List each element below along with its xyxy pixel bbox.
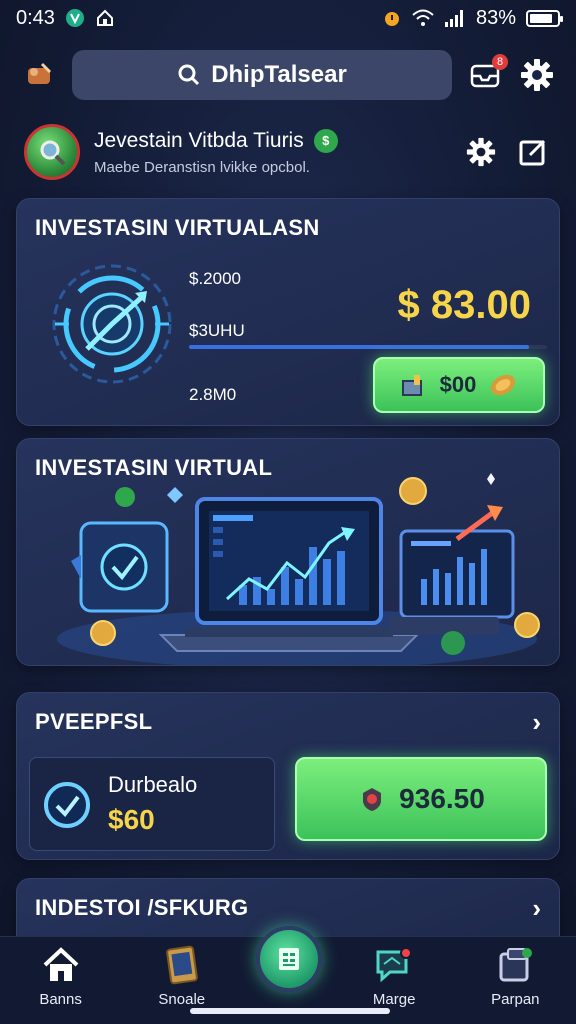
profile-row[interactable]: Jevestain Vitbda Tiuris $ Maebe Deransti… [0, 112, 576, 192]
tablet-device-icon [71, 521, 169, 613]
search-input[interactable]: DhipTalsear [72, 50, 452, 100]
profile-settings-button[interactable] [462, 133, 500, 171]
inbox-button[interactable]: 8 [466, 54, 508, 94]
battery-level [530, 13, 552, 23]
investment-progress-fill [189, 345, 530, 349]
coin-icon [491, 374, 516, 396]
alarm-icon [382, 8, 402, 28]
status-bar: 0:43 83% [0, 0, 576, 36]
nav-label-parpan: Parpan [491, 991, 540, 1008]
pveepfsl-card: PVEEPFSL › Durbealo $60 936.50 [16, 692, 560, 860]
chevron-right-icon[interactable]: › [532, 707, 541, 738]
battery-icon [526, 9, 563, 27]
virtual-investment-card[interactable]: INVESTASIN VIRTUAL [16, 438, 560, 666]
wallet-icon [495, 945, 535, 985]
durbealo-label: Durbealo [108, 772, 198, 797]
notification-badge: 8 [492, 54, 508, 70]
shield-bug-icon [363, 788, 382, 811]
indestoi-title: INDESTOI /SFKURG [35, 895, 249, 920]
avatar[interactable] [24, 124, 80, 180]
virtual-investment-title: INVESTASIN VIRTUAL [35, 455, 273, 480]
gear-icon [521, 59, 553, 91]
invest-button-label: $00 [439, 372, 477, 397]
settings-button[interactable] [518, 56, 556, 94]
profile-subtitle: Maebe Deranstisn lvikke opcbol. [94, 158, 310, 176]
wifi-icon [412, 9, 434, 27]
edit-icon [519, 139, 546, 166]
document-icon [279, 948, 299, 970]
investment-amount: $ 83.00 [397, 283, 531, 327]
profile-name: Jevestain Vitbda Tiuris [94, 128, 304, 152]
nav-item-snoale[interactable]: Snoale [132, 945, 232, 1008]
durbealo-panel[interactable]: Durbealo $60 [29, 757, 275, 851]
invest-button[interactable]: $00 [373, 357, 545, 413]
search-text: DhipTalsear [211, 61, 347, 88]
home-status-icon [95, 8, 115, 28]
home-indicator[interactable] [190, 1008, 390, 1014]
nav-label-snoale: Snoale [158, 991, 206, 1008]
chat-icon [374, 945, 414, 985]
edit-button[interactable] [514, 133, 552, 171]
growth-gauge-icon [52, 264, 172, 384]
investment-label-top: $.2000 [189, 269, 241, 288]
nav-item-parpan[interactable]: Parpan [465, 945, 565, 1008]
magnifier-icon [40, 140, 66, 166]
signal-icon [444, 9, 466, 27]
investment-card-title: INVESTASIN VIRTUALASN [35, 215, 320, 240]
pveepfsl-action-button[interactable]: 936.50 [295, 757, 547, 841]
status-time: 0:43 [16, 6, 55, 29]
verified-badge-icon: $ [313, 128, 338, 153]
nav-item-banns[interactable]: Banns [11, 945, 111, 1008]
top-bar: DhipTalsear 8 [0, 40, 576, 110]
chevron-right-icon[interactable]: › [532, 893, 541, 924]
investment-label-bottom: 2.8M0 [189, 385, 237, 404]
center-action-button[interactable] [256, 926, 322, 992]
investment-card: INVESTASIN VIRTUALASN $.2000 $3UHU 2.8M0… [16, 198, 560, 426]
investment-label-mid: $3UHU [189, 321, 245, 340]
pveepfsl-button-label: 936.50 [399, 783, 485, 814]
investment-progress-bar [189, 345, 547, 349]
home-icon [41, 945, 81, 985]
gear-icon [466, 137, 496, 167]
nav-item-marge[interactable]: Marge [344, 945, 444, 1008]
check-circle-icon [44, 782, 90, 828]
battery-percent: 83% [475, 6, 516, 29]
money-stack-icon [401, 375, 422, 396]
nav-label-banns: Banns [39, 991, 82, 1008]
tablet-icon [162, 945, 202, 985]
app-notification-icon [65, 8, 85, 28]
durbealo-amount: $60 [108, 804, 155, 835]
pveepfsl-title: PVEEPFSL [35, 709, 153, 734]
nav-label-marge: Marge [372, 991, 416, 1008]
search-icon [178, 64, 200, 86]
app-logo-icon[interactable] [20, 56, 58, 94]
